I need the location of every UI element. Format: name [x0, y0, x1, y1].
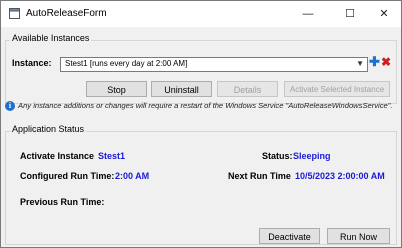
- app-window: AutoReleaseForm — ☐ ✕ Available Instance…: [0, 0, 402, 248]
- instance-dropdown-value: Stest1 [runs every day at 2:00 AM]: [65, 59, 188, 68]
- info-icon: i: [5, 101, 15, 111]
- minimize-button[interactable]: —: [298, 4, 318, 24]
- close-button[interactable]: ✕: [374, 4, 394, 24]
- chevron-down-icon: ▼: [356, 59, 364, 68]
- configured-run-time-label: Configured Run Time:: [20, 171, 115, 181]
- available-instances-label: Available Instances: [10, 33, 92, 43]
- instance-dropdown[interactable]: Stest1 [runs every day at 2:00 AM] ▼: [60, 57, 368, 72]
- activate-selected-instance-button[interactable]: Activate Selected Instance: [284, 81, 390, 97]
- deactivate-button[interactable]: Deactivate: [259, 228, 320, 244]
- status-label: Status:: [262, 151, 293, 161]
- next-run-time-value: 10/5/2023 2:00:00 AM: [295, 171, 385, 181]
- active-instance-value: Stest1: [98, 151, 126, 161]
- previous-run-time-label: Previous Run Time:: [20, 197, 105, 207]
- configured-run-time-value: 2:00 AM: [115, 171, 150, 181]
- window-title: AutoReleaseForm: [26, 8, 107, 19]
- add-instance-icon[interactable]: ✚: [369, 55, 380, 69]
- delete-instance-icon[interactable]: ✖: [381, 55, 391, 69]
- run-now-button[interactable]: Run Now: [327, 228, 390, 244]
- details-button[interactable]: Details: [217, 81, 278, 97]
- active-instance-label: Activate Instance: [20, 151, 95, 161]
- next-run-time-label: Next Run Time: [228, 171, 291, 181]
- application-status-label: Application Status: [10, 124, 87, 134]
- instance-label: Instance:: [12, 58, 52, 68]
- app-form-icon: [9, 8, 20, 19]
- status-value: Sleeping: [293, 151, 331, 161]
- maximize-button[interactable]: ☐: [340, 4, 360, 24]
- uninstall-button[interactable]: Uninstall: [151, 81, 212, 97]
- stop-button[interactable]: Stop: [86, 81, 147, 97]
- restart-notice: Any instance additions or changes will r…: [18, 101, 393, 110]
- title-bar[interactable]: AutoReleaseForm — ☐ ✕: [1, 1, 401, 27]
